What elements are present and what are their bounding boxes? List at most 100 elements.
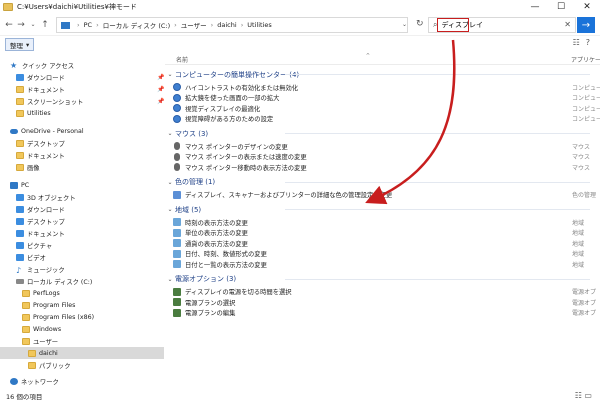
result-item[interactable]: マウス ポインターの表示または速度の変更 マウス	[173, 152, 600, 162]
layout-toggle-icons[interactable]: ☷ ▭	[575, 391, 592, 400]
view-controls: ☷ ?	[573, 38, 590, 47]
result-item[interactable]: 電源プランの選択 電源オプ	[173, 297, 600, 307]
group-header[interactable]: ⌄ 電源オプション (3)	[165, 274, 600, 285]
folder-icon	[16, 163, 24, 171]
group-header[interactable]: ⌄ 地域 (5)	[165, 204, 600, 215]
result-item[interactable]: マウス ポインターのデザインの変更 マウス	[173, 141, 600, 151]
nav-item[interactable]: スクリーンショット 📌	[0, 95, 164, 107]
maximize-button[interactable]: ☐	[548, 0, 574, 14]
nav-item[interactable]: デスクトップ	[0, 137, 164, 149]
breadcrumb-daichi[interactable]: daichi	[217, 21, 236, 29]
nav-item-label: ローカル ディスク (C:)	[27, 278, 93, 286]
access-icon	[173, 83, 181, 91]
blue-icon	[16, 193, 24, 201]
mouse-icon	[174, 163, 180, 171]
nav-item[interactable]: ♪ ミュージック	[0, 263, 164, 275]
result-item-category: 電源オプ	[572, 310, 597, 317]
nav-item[interactable]: Program Files (x86)	[0, 311, 164, 323]
collapse-chevron-icon[interactable]: ⌄	[165, 206, 175, 213]
breadcrumb-pc[interactable]: PC	[84, 21, 92, 29]
nav-item[interactable]: ネットワーク	[0, 375, 164, 387]
result-item[interactable]: 通貨の表示方法の変更 地域	[173, 238, 600, 248]
result-item[interactable]: ディスプレイ、スキャナーおよびプリンターの詳細な色の管理設定の変更 色の管理	[173, 190, 600, 200]
group-header[interactable]: ⌄ コンピューターの簡単操作センター (4)	[165, 69, 600, 80]
result-item[interactable]: 単位の表示方法の変更 地域	[173, 228, 600, 238]
nav-item[interactable]: ドキュメント	[0, 227, 164, 239]
nav-item[interactable]: パブリック	[0, 359, 164, 371]
nav-item[interactable]: Windows	[0, 323, 164, 335]
forward-button[interactable]: →	[15, 17, 27, 33]
column-app-header[interactable]: アプリケーション	[571, 55, 600, 64]
nav-item[interactable]: ★ クイック アクセス	[0, 59, 164, 71]
title-bar: C:¥Users¥daichi¥Utilities¥神モード — ☐ ✕	[0, 0, 600, 14]
result-item[interactable]: 日付、時刻、数値形式の変更 地域	[173, 249, 600, 259]
result-item-category: 電源オプ	[572, 299, 597, 307]
nav-item[interactable]: Utilities	[0, 107, 164, 119]
collapse-chevron-icon[interactable]: ⌄	[165, 130, 175, 137]
organize-button[interactable]: 整理 ▾	[5, 38, 35, 51]
nav-item[interactable]: ダウンロード	[0, 203, 164, 215]
result-item-name: 拡大鏡を使った画面の一部の拡大	[185, 95, 280, 102]
nav-item[interactable]: ドキュメント	[0, 149, 164, 161]
nav-item[interactable]: 画像	[0, 161, 164, 173]
result-item[interactable]: ディスプレイの電源を切る時間を選択 電源オプ	[173, 287, 600, 297]
region-icon	[173, 228, 181, 237]
nav-item[interactable]: 3D オブジェクト	[0, 191, 164, 203]
result-item[interactable]: 拡大鏡を使った画面の一部の拡大 コンピューター	[173, 93, 600, 103]
annotation-highlight-box	[437, 18, 469, 32]
nav-item[interactable]: ドキュメント 📌	[0, 83, 164, 95]
address-dropdown-icon[interactable]: ⌄	[402, 21, 407, 28]
up-button[interactable]: ↑	[39, 17, 51, 33]
group-header[interactable]: ⌄ 色の管理 (1)	[165, 177, 600, 188]
breadcrumb-utilities[interactable]: Utilities	[247, 21, 271, 29]
collapse-chevron-icon[interactable]: ⌄	[165, 276, 175, 283]
nav-item-label: Program Files (x86)	[33, 313, 95, 321]
result-item[interactable]: 視覚障碍がある方のための設定 コンピューター	[173, 114, 600, 124]
group-title: 地域 (5)	[175, 205, 202, 214]
nav-item[interactable]: ダウンロード 📌	[0, 71, 164, 83]
folder-icon	[22, 337, 30, 345]
back-button[interactable]: ←	[3, 17, 15, 33]
minimize-button[interactable]: —	[522, 0, 548, 14]
close-button[interactable]: ✕	[574, 0, 600, 14]
pin-icon[interactable]: 📌	[157, 86, 164, 93]
breadcrumb-separator: ›	[240, 21, 244, 29]
folder-icon	[22, 289, 30, 297]
nav-item[interactable]: PC	[0, 179, 164, 191]
group-title: コンピューターの簡単操作センター (4)	[175, 70, 300, 79]
result-item-name: 日付、時刻、数値形式の変更	[185, 251, 267, 258]
nav-item[interactable]: ピクチャ	[0, 239, 164, 251]
result-item[interactable]: 視覚ディスプレイの最適化 コンピューター	[173, 103, 600, 113]
nav-item[interactable]: ビデオ	[0, 251, 164, 263]
nav-item[interactable]: Program Files	[0, 299, 164, 311]
address-bar-row: ← → ⌄ ↑ › PC › ローカル ディスク (C:) › ユーザー › d…	[0, 14, 600, 36]
search-go-button[interactable]: →	[577, 17, 595, 33]
collapse-chevron-icon[interactable]: ⌄	[165, 71, 175, 78]
result-item[interactable]: 日付と一覧の表示方法の変更 地域	[173, 259, 600, 269]
group-header[interactable]: ⌄ マウス (3)	[165, 128, 600, 139]
nav-item[interactable]: ローカル ディスク (C:)	[0, 275, 164, 287]
result-item[interactable]: 時刻の表示方法の変更 地域	[173, 217, 600, 227]
help-icon[interactable]: ?	[586, 38, 590, 47]
clear-search-icon[interactable]: ✕	[564, 20, 571, 29]
pin-icon[interactable]: 📌	[157, 74, 164, 81]
nav-item[interactable]: PerfLogs	[0, 287, 164, 299]
breadcrumb-local-disk[interactable]: ローカル ディスク (C:)	[103, 20, 170, 30]
collapse-chevron-icon[interactable]: ⌄	[165, 179, 175, 186]
result-item[interactable]: ハイコントラストの有効化または無効化 コンピューター	[173, 82, 600, 92]
result-item[interactable]: マウス ポインター移動時の表示方法の変更 マウス	[173, 162, 600, 172]
nav-item[interactable]: daichi	[0, 347, 164, 359]
recent-locations-button[interactable]: ⌄	[27, 17, 39, 33]
column-name-header[interactable]: 名前	[176, 55, 188, 64]
result-item[interactable]: 電源プランの編集 電源オプ	[173, 308, 600, 318]
blue-icon	[16, 205, 24, 213]
nav-item[interactable]: OneDrive - Personal	[0, 125, 164, 137]
power-icon	[173, 308, 181, 317]
nav-item[interactable]: ユーザー	[0, 335, 164, 347]
breadcrumb-users[interactable]: ユーザー	[181, 20, 207, 30]
view-options-icon[interactable]: ☷	[573, 38, 580, 47]
address-field[interactable]: › PC › ローカル ディスク (C:) › ユーザー › daichi › …	[56, 17, 408, 33]
refresh-icon[interactable]: ↻	[416, 19, 424, 29]
pin-icon[interactable]: 📌	[157, 98, 164, 105]
nav-item[interactable]: デスクトップ	[0, 215, 164, 227]
